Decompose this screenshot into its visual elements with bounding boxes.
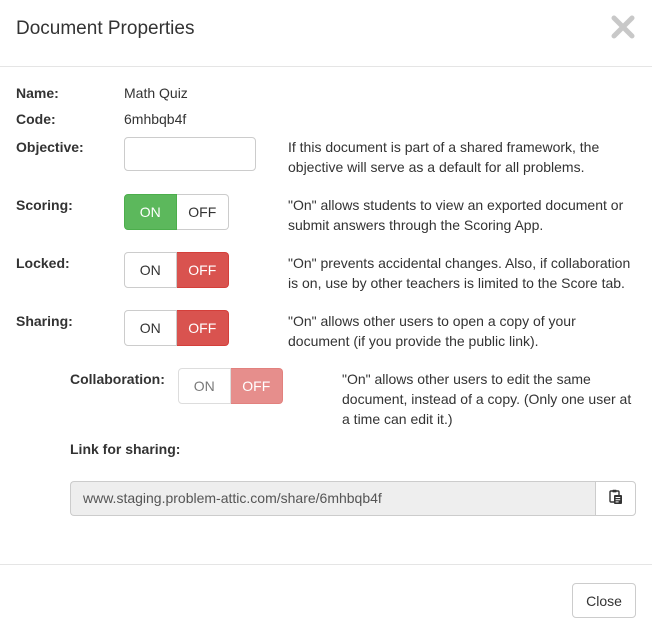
sharing-help: "On" allows other users to open a copy o… bbox=[288, 313, 576, 349]
sharing-on-button[interactable]: ON bbox=[124, 310, 177, 346]
locked-off-button[interactable]: OFF bbox=[176, 252, 229, 288]
document-properties-dialog: Document Properties Name: Math Quiz Code… bbox=[0, 0, 652, 634]
dialog-header: Document Properties bbox=[0, 0, 652, 67]
link-label: Link for sharing: bbox=[70, 441, 181, 457]
collaboration-help: "On" allows other users to edit the same… bbox=[342, 371, 632, 427]
scoring-label: Scoring: bbox=[16, 197, 73, 213]
copy-link-button[interactable] bbox=[595, 481, 636, 516]
dialog-title: Document Properties bbox=[16, 18, 195, 39]
collaboration-off-button[interactable]: OFF bbox=[230, 368, 283, 404]
objective-label: Objective: bbox=[16, 139, 84, 155]
collaboration-on-button[interactable]: ON bbox=[178, 368, 231, 404]
share-link-field[interactable]: www.staging.problem-attic.com/share/6mhb… bbox=[70, 481, 595, 516]
collaboration-label: Collaboration: bbox=[70, 371, 165, 387]
locked-help: "On" prevents accidental changes. Also, … bbox=[288, 255, 631, 291]
scoring-on-button[interactable]: ON bbox=[124, 194, 177, 230]
objective-input[interactable] bbox=[124, 137, 256, 171]
share-link-group: www.staging.problem-attic.com/share/6mhb… bbox=[70, 481, 636, 516]
sharing-label: Sharing: bbox=[16, 313, 73, 329]
locked-label: Locked: bbox=[16, 255, 70, 271]
scoring-help: "On" allows students to view an exported… bbox=[288, 197, 624, 233]
name-label: Name: bbox=[16, 85, 59, 101]
dialog-footer: Close bbox=[0, 564, 652, 634]
code-label: Code: bbox=[16, 111, 56, 127]
scoring-toggle: ON OFF bbox=[124, 194, 229, 230]
close-x-icon[interactable] bbox=[610, 14, 636, 40]
sharing-toggle: ON OFF bbox=[124, 310, 229, 346]
name-value: Math Quiz bbox=[124, 85, 188, 101]
locked-on-button[interactable]: ON bbox=[124, 252, 177, 288]
clipboard-copy-icon bbox=[608, 489, 624, 508]
collaboration-toggle: ON OFF bbox=[178, 368, 283, 404]
code-value: 6mhbqb4f bbox=[124, 111, 187, 127]
scoring-off-button[interactable]: OFF bbox=[176, 194, 229, 230]
locked-toggle: ON OFF bbox=[124, 252, 229, 288]
close-button[interactable]: Close bbox=[572, 583, 636, 618]
sharing-off-button[interactable]: OFF bbox=[176, 310, 229, 346]
objective-help: If this document is part of a shared fra… bbox=[288, 139, 600, 175]
